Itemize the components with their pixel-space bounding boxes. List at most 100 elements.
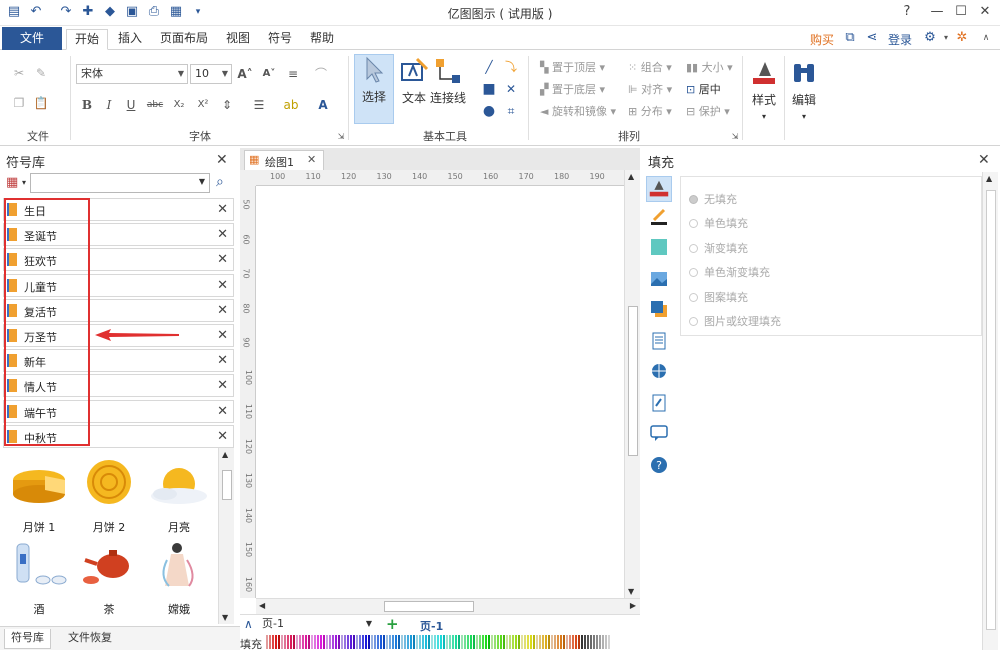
color-swatch[interactable] bbox=[374, 635, 376, 649]
screenshot-icon[interactable]: ⧉ bbox=[842, 30, 858, 46]
login-link[interactable]: 登录 bbox=[888, 31, 912, 48]
radio-button[interactable] bbox=[689, 219, 698, 229]
color-swatch[interactable] bbox=[503, 635, 505, 649]
color-swatch[interactable] bbox=[416, 635, 418, 649]
color-swatch[interactable] bbox=[557, 635, 559, 649]
color-swatch[interactable] bbox=[293, 635, 295, 649]
color-swatch[interactable] bbox=[440, 635, 442, 649]
rectangle-tool-icon[interactable]: ■ bbox=[480, 80, 498, 98]
color-swatch[interactable] bbox=[452, 635, 454, 649]
color-swatch[interactable] bbox=[455, 635, 457, 649]
color-swatch[interactable] bbox=[575, 635, 577, 649]
underline-icon[interactable]: U bbox=[122, 96, 140, 114]
color-swatch[interactable] bbox=[476, 635, 478, 649]
close-category-icon[interactable]: ✕ bbox=[217, 429, 228, 444]
tab-view[interactable]: 视图 bbox=[218, 29, 258, 50]
settings-gear-icon[interactable]: ⚙ bbox=[922, 30, 938, 46]
color-swatch[interactable] bbox=[311, 635, 313, 649]
color-swatch[interactable] bbox=[554, 635, 556, 649]
canvas-vertical-scrollbar[interactable]: ▲ ▼ bbox=[624, 170, 640, 598]
color-swatch[interactable] bbox=[344, 635, 346, 649]
close-category-icon[interactable]: ✕ bbox=[217, 227, 228, 242]
color-swatch[interactable] bbox=[584, 635, 586, 649]
color-swatch[interactable] bbox=[572, 635, 574, 649]
color-swatch[interactable] bbox=[413, 635, 415, 649]
color-swatch[interactable] bbox=[359, 635, 361, 649]
color-swatch[interactable] bbox=[527, 635, 529, 649]
close-category-icon[interactable]: ✕ bbox=[217, 252, 228, 267]
color-swatch[interactable] bbox=[365, 635, 367, 649]
symbol-scrollbar[interactable]: ▲ ▼ bbox=[218, 448, 234, 624]
format-painter-icon[interactable]: ✂ bbox=[10, 64, 28, 82]
color-swatch[interactable] bbox=[542, 635, 544, 649]
color-swatch[interactable] bbox=[326, 635, 328, 649]
color-swatch[interactable] bbox=[608, 635, 610, 649]
color-swatch[interactable] bbox=[377, 635, 379, 649]
page-icon[interactable] bbox=[650, 332, 668, 350]
ellipse-tool-icon[interactable]: ● bbox=[480, 102, 498, 120]
shape-tea[interactable]: 茶 bbox=[74, 540, 144, 617]
font-name-select[interactable]: 宋体 ▼ bbox=[76, 64, 188, 84]
color-swatch[interactable] bbox=[479, 635, 481, 649]
tab-symbol-library[interactable]: 符号库 bbox=[4, 629, 51, 649]
tab-help[interactable]: 帮助 bbox=[302, 29, 342, 50]
color-swatch-icon[interactable] bbox=[650, 238, 668, 256]
color-swatch[interactable] bbox=[296, 635, 298, 649]
line-tool-icon[interactable]: ╱ bbox=[480, 58, 498, 76]
scroll-thumb[interactable] bbox=[986, 190, 996, 630]
tab-home[interactable]: 开始 bbox=[66, 29, 109, 50]
color-swatch[interactable] bbox=[317, 635, 319, 649]
color-swatch[interactable] bbox=[323, 635, 325, 649]
color-swatch[interactable] bbox=[482, 635, 484, 649]
arc-tool-icon[interactable]: ⤵ bbox=[502, 58, 520, 76]
buy-link[interactable]: 购买 bbox=[810, 31, 834, 48]
color-swatch[interactable] bbox=[587, 635, 589, 649]
color-swatch[interactable] bbox=[404, 635, 406, 649]
color-swatch[interactable] bbox=[278, 635, 280, 649]
italic-icon[interactable]: I bbox=[100, 96, 118, 114]
page-tab[interactable]: 页-1 bbox=[420, 618, 443, 634]
center-button[interactable]: ⊡ 居中 bbox=[686, 82, 721, 98]
scroll-left-icon[interactable]: ◀ bbox=[259, 601, 265, 610]
color-swatch[interactable] bbox=[275, 635, 277, 649]
color-swatch[interactable] bbox=[518, 635, 520, 649]
scroll-up-icon[interactable]: ▲ bbox=[222, 450, 228, 459]
color-swatch[interactable] bbox=[407, 635, 409, 649]
bullets-icon[interactable]: ☰ bbox=[250, 96, 268, 114]
color-swatch[interactable] bbox=[551, 635, 553, 649]
color-swatch[interactable] bbox=[590, 635, 592, 649]
fill-panel-scrollbar[interactable]: ▲ bbox=[982, 172, 998, 650]
radio-button[interactable] bbox=[689, 268, 698, 278]
shadow-icon[interactable] bbox=[650, 300, 668, 318]
color-swatch[interactable] bbox=[539, 635, 541, 649]
radio-button[interactable] bbox=[689, 195, 698, 204]
align-button[interactable]: ⊫ 对齐 ▾ bbox=[628, 82, 672, 98]
color-swatch[interactable] bbox=[308, 635, 310, 649]
color-swatch[interactable] bbox=[350, 635, 352, 649]
color-swatch[interactable] bbox=[470, 635, 472, 649]
color-swatch[interactable] bbox=[464, 635, 466, 649]
bold-icon[interactable]: B bbox=[78, 96, 96, 114]
color-swatch[interactable] bbox=[287, 635, 289, 649]
tab-page-layout[interactable]: 页面布局 bbox=[152, 29, 216, 50]
brush-icon[interactable]: ✎ bbox=[32, 64, 50, 82]
scroll-thumb[interactable] bbox=[628, 306, 638, 456]
color-swatch[interactable] bbox=[599, 635, 601, 649]
page-select[interactable]: 页-1 ▼ bbox=[262, 617, 374, 633]
comment-icon[interactable] bbox=[650, 424, 668, 442]
align-text-icon[interactable]: ≡ bbox=[284, 65, 302, 83]
canvas-horizontal-scrollbar[interactable]: ◀ ▶ bbox=[256, 598, 640, 614]
color-swatch[interactable] bbox=[347, 635, 349, 649]
font-size-select[interactable]: 10 ▼ bbox=[190, 64, 232, 84]
color-swatch[interactable] bbox=[602, 635, 604, 649]
scroll-up-icon[interactable]: ▲ bbox=[986, 174, 992, 183]
add-page-icon[interactable]: + bbox=[386, 615, 399, 633]
color-swatch[interactable] bbox=[284, 635, 286, 649]
fill-option[interactable]: 单色渐变填充 bbox=[689, 264, 770, 280]
color-swatch[interactable] bbox=[596, 635, 598, 649]
globe-icon[interactable] bbox=[650, 362, 668, 380]
color-swatch[interactable] bbox=[410, 635, 412, 649]
edit-button[interactable]: 编辑 ▾ bbox=[784, 58, 824, 121]
curve-icon[interactable]: ⌒ bbox=[312, 65, 330, 83]
color-swatch[interactable] bbox=[428, 635, 430, 649]
